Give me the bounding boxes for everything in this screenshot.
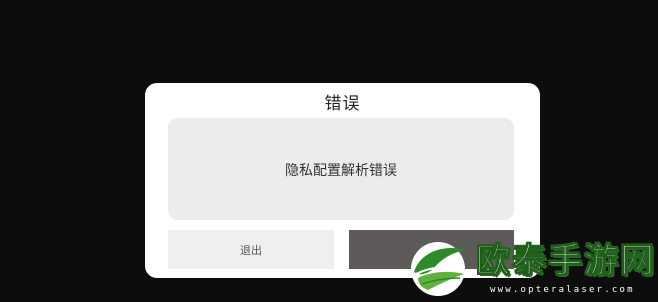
error-dialog: 错误 隐私配置解析错误 退出 <box>145 83 540 278</box>
dialog-title: 错误 <box>324 94 361 114</box>
watermark-url-text: www.opteralaser.com <box>490 285 635 295</box>
exit-button-label: 退出 <box>240 243 262 257</box>
exit-button[interactable]: 退出 <box>168 230 334 269</box>
app-screen: 错误 隐私配置解析错误 退出 欧泰手游网 www.opteralaser.com <box>0 0 658 302</box>
confirm-button[interactable] <box>349 230 514 269</box>
message-box: 隐私配置解析错误 <box>168 118 514 220</box>
error-message: 隐私配置解析错误 <box>285 163 397 179</box>
